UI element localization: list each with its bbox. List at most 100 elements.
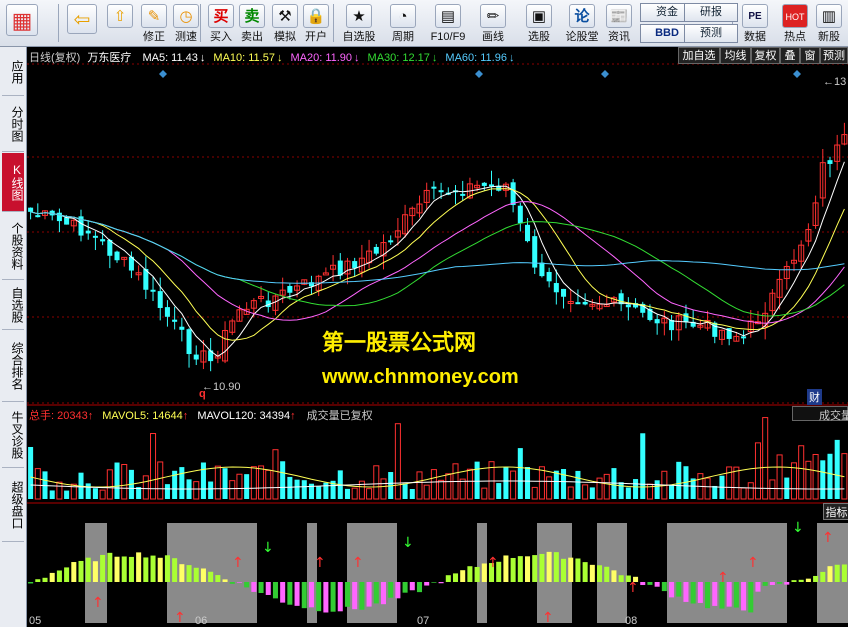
- tab-ranking[interactable]: 综合排名: [2, 331, 24, 402]
- candle-body: [582, 301, 588, 305]
- candle-body: [683, 313, 689, 323]
- volume-tab[interactable]: 成交量: [792, 406, 848, 422]
- volume-bar: [517, 448, 523, 499]
- color-scheme-button[interactable]: ▦: [2, 0, 42, 46]
- arrow-up-icon: ↑: [182, 410, 189, 422]
- volume-bar: [805, 460, 812, 500]
- candle-body: [150, 289, 156, 292]
- volume-bar: [179, 467, 185, 499]
- revise-button[interactable]: ✎ 修正: [139, 0, 169, 46]
- indicator-bar: [827, 566, 833, 582]
- candle-body: [100, 239, 106, 242]
- ma-label-0: MA5: 11.43: [142, 52, 198, 64]
- volume-bar: [531, 486, 538, 500]
- volume-bar: [236, 473, 243, 500]
- period-button[interactable]: ◔ 周期: [383, 0, 423, 46]
- volume-bar: [603, 473, 610, 500]
- lock-icon: 🔒: [303, 4, 329, 28]
- data-button[interactable]: PE 数据: [740, 0, 770, 46]
- sell-button[interactable]: 卖卖出: [237, 0, 267, 46]
- forum-icon: 论: [569, 4, 595, 28]
- indicator-bar: [352, 582, 358, 610]
- f10-button-label: F10/F9: [430, 31, 466, 43]
- new-stock-button[interactable]: ▥ 新股: [812, 0, 846, 46]
- indicator-bar: [294, 582, 300, 606]
- indicator-bar: [179, 564, 185, 582]
- period-button-label: 周期: [392, 31, 414, 43]
- forum-button[interactable]: 论论股堂: [562, 0, 602, 46]
- chart-btn-4[interactable]: 窗: [800, 47, 820, 64]
- volume-bar: [553, 470, 559, 499]
- research-button[interactable]: 研报: [684, 3, 738, 22]
- page-up-button[interactable]: ⇧: [103, 0, 137, 46]
- volume-bar: [812, 453, 819, 500]
- indicator-bar: [460, 570, 466, 582]
- buy-signal-arrow-icon: ↑: [627, 580, 639, 596]
- ma-labels: MA5: 11.43 ↓ MA10: 11.57 ↓ MA20: 11.90 ↓ MA30:…: [134, 52, 514, 64]
- volume-bar: [747, 482, 754, 500]
- tab-super-panel[interactable]: 超级盘口: [2, 469, 24, 542]
- f10-button[interactable]: ▤ F10/F9: [426, 0, 470, 46]
- volume-bar: [49, 490, 55, 499]
- tab-stock-info[interactable]: 个股资料: [2, 213, 24, 280]
- indicator-tab[interactable]: 指标: [823, 503, 848, 520]
- buy-button[interactable]: 买买入: [206, 0, 236, 46]
- indicator-bar: [618, 575, 624, 582]
- volume-note: 成交量已复权: [306, 410, 373, 422]
- ma-label-4: MA60: 11.96: [445, 52, 507, 64]
- indicator-bar: [28, 582, 34, 584]
- indicator-bar: [683, 582, 689, 602]
- test-speed-button[interactable]: ◷ 测速: [170, 0, 202, 46]
- forecast-button[interactable]: 预测: [684, 24, 738, 43]
- indicator-bar: [236, 582, 242, 583]
- arrow-up-icon: ↑: [87, 410, 94, 422]
- clock-icon: ◷: [173, 4, 199, 28]
- tab-apply[interactable]: 应用: [2, 49, 24, 96]
- edit-circle-icon: ✎: [141, 4, 167, 28]
- pe-icon: PE: [742, 4, 768, 28]
- tab-watchlist[interactable]: 自选股: [2, 281, 24, 330]
- volume-bar: [416, 471, 423, 500]
- back-button[interactable]: ⇦: [62, 0, 102, 46]
- indicator-bar: [395, 582, 401, 599]
- indicator-bar: [222, 579, 228, 582]
- open-account-button[interactable]: 🔒 开户: [301, 0, 331, 46]
- volume-bar: [92, 488, 98, 499]
- forum-button-label: 论股堂: [565, 31, 599, 43]
- tab-intraday[interactable]: 分时图: [2, 97, 24, 152]
- candle-body: [287, 286, 293, 293]
- tab-bull-diagnosis[interactable]: 牛叉诊股: [2, 403, 24, 468]
- indicator-bar: [676, 582, 682, 597]
- candle-body: [172, 319, 178, 322]
- volume-bar: [669, 484, 675, 499]
- chart-btn-0[interactable]: 加自选: [678, 47, 720, 64]
- finance-badge[interactable]: 财: [807, 389, 822, 405]
- stock-picker-button-label: 选股: [528, 31, 550, 43]
- candle-body: [64, 217, 70, 225]
- kline-chart-area[interactable]: ↑ ↑ ↑ ↑ ↑ ↑ ↑ ↑ ↑ ↑ ↑ ↓ ↓ ↓ 日线(复权) 万东医疗 MA5: 11.43 ↓ MA…: [27, 47, 848, 627]
- chart-btn-2[interactable]: 复权: [751, 47, 780, 64]
- chart-btn-1[interactable]: 均线: [720, 47, 751, 64]
- indicator-bar: [539, 553, 545, 582]
- indicator-bar: [100, 554, 106, 582]
- toolbar-separator: [58, 4, 59, 42]
- watchlist-button[interactable]: ★ 自选股: [338, 0, 380, 46]
- chart-btn-5[interactable]: 预测: [820, 47, 848, 64]
- indicator-bar: [798, 579, 804, 582]
- ma-line-4: [30, 211, 845, 284]
- chart-btn-3[interactable]: 叠: [780, 47, 800, 64]
- indicator-bar: [388, 582, 394, 598]
- indicator-bar: [690, 582, 696, 604]
- candle-body: [164, 307, 170, 317]
- tab-kline[interactable]: K线图: [2, 153, 24, 212]
- buy-icon: 买: [208, 4, 234, 28]
- volume-header: 总手: 20343↑ MAVOL5: 14644↑ MAVOL120: 3439…: [29, 407, 373, 423]
- candle-body: [157, 291, 163, 308]
- indicator-bar: [308, 582, 314, 608]
- f10-icon: ▤: [435, 4, 461, 28]
- news-button[interactable]: 📰 资讯: [603, 0, 635, 46]
- hot-button[interactable]: HOT 热点: [780, 0, 810, 46]
- draw-button[interactable]: ✏ 画线: [472, 0, 514, 46]
- stock-picker-button[interactable]: ▣ 选股: [518, 0, 560, 46]
- simulate-button[interactable]: ⚒ 模拟: [270, 0, 300, 46]
